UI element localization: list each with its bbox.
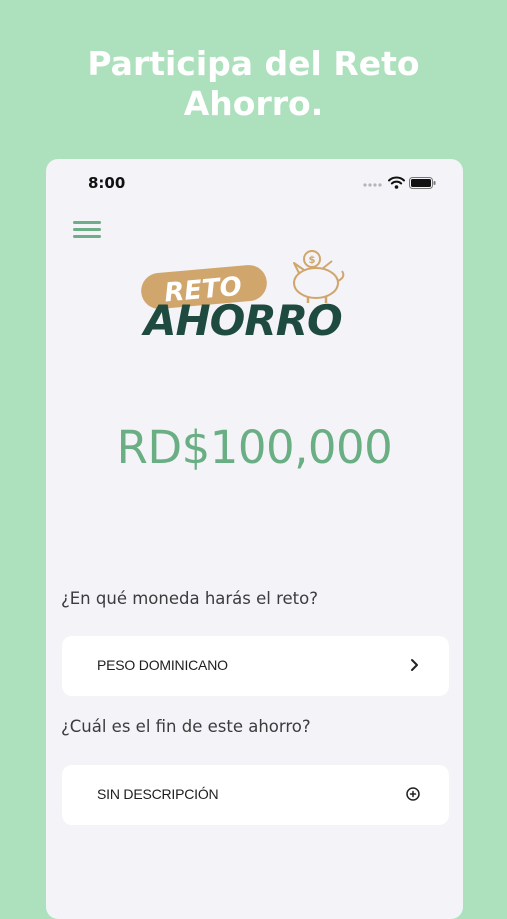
purpose-value: SIN DESCRIPCIÓN bbox=[97, 786, 219, 802]
menu-line bbox=[73, 228, 101, 231]
menu-line bbox=[73, 221, 101, 224]
menu-button[interactable] bbox=[73, 219, 101, 241]
phone-screen: 8:00 $ RETO AHORRO RD$100,000 ¿En qué mo… bbox=[46, 159, 463, 919]
logo-word-ahorro: AHORRO bbox=[141, 296, 342, 341]
reto-ahorro-logo: $ RETO AHORRO bbox=[141, 250, 345, 341]
cellular-signal-icon bbox=[363, 183, 382, 187]
currency-value: PESO DOMINICANO bbox=[97, 657, 228, 673]
battery-icon bbox=[409, 177, 436, 189]
currency-question: ¿En qué moneda harás el reto? bbox=[61, 589, 318, 608]
purpose-question: ¿Cuál es el fin de este ahorro? bbox=[61, 717, 311, 736]
svg-text:$: $ bbox=[309, 255, 316, 266]
add-circle-icon bbox=[406, 787, 420, 801]
status-bar: 8:00 bbox=[46, 159, 463, 207]
promo-line-1: Participa del Reto bbox=[87, 44, 420, 83]
promo-line-2: Ahorro. bbox=[183, 84, 324, 123]
status-time: 8:00 bbox=[88, 174, 126, 192]
purpose-selector[interactable]: SIN DESCRIPCIÓN bbox=[62, 765, 449, 825]
menu-line bbox=[73, 235, 101, 238]
promo-headline: Participa del Reto Ahorro. bbox=[0, 44, 507, 124]
challenge-amount: RD$100,000 bbox=[116, 421, 393, 474]
wifi-icon bbox=[388, 176, 405, 189]
currency-selector[interactable]: PESO DOMINICANO bbox=[62, 636, 449, 696]
chevron-right-icon bbox=[411, 659, 418, 671]
